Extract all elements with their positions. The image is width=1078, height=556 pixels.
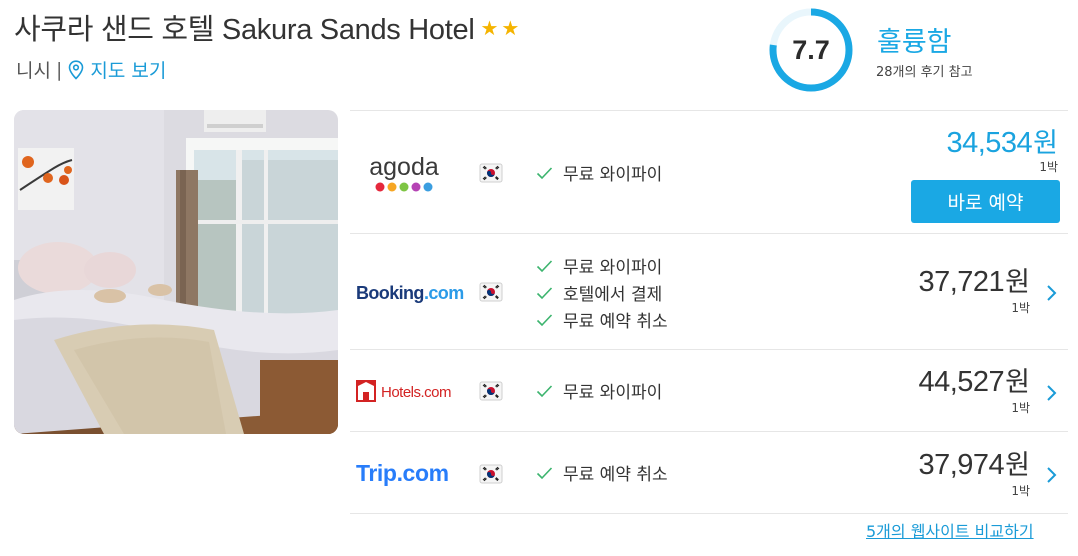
- amenity-item: 무료 예약 취소: [536, 306, 668, 333]
- korea-flag-icon: [479, 381, 503, 401]
- svg-text:.com: .com: [424, 283, 464, 303]
- review-count[interactable]: 28개의 후기 참고: [876, 61, 973, 80]
- amenity-item: 무료 와이파이: [536, 252, 668, 279]
- view-map-label: 지도 보기: [90, 60, 167, 82]
- star-icon: ★: [480, 16, 499, 40]
- price-amount: 44,527: [918, 366, 1005, 398]
- compare-sites-link[interactable]: 5개의 웹사이트 비교하기: [866, 518, 1034, 542]
- hotels-logo: Hotels.com: [356, 380, 466, 408]
- amenity-label: 무료 와이파이: [563, 165, 663, 185]
- price-amount: 37,974: [918, 449, 1005, 481]
- check-icon: [536, 166, 553, 179]
- amenities-list: 무료 와이파이: [536, 377, 662, 404]
- amenities-list: 무료 와이파이 호텔에서 결제 무료 예약 취소: [536, 252, 668, 333]
- price-currency: 원: [1005, 267, 1030, 298]
- price-per-night: 1박: [1039, 160, 1058, 174]
- offer-price[interactable]: 37,974원: [918, 443, 1030, 482]
- check-icon: [536, 286, 553, 299]
- chevron-right-icon[interactable]: [1044, 466, 1058, 484]
- price-amount: 34,534: [946, 127, 1033, 159]
- hotel-title-row: 사쿠라 샌드 호텔 Sakura Sands Hotel ★ ★: [14, 6, 522, 48]
- check-icon: [536, 466, 553, 479]
- korea-flag-icon: [479, 163, 503, 183]
- offer-price[interactable]: 34,534원: [946, 121, 1058, 160]
- offer-price[interactable]: 44,527원: [918, 360, 1030, 399]
- chevron-right-icon[interactable]: [1044, 284, 1058, 302]
- amenity-label: 무료 예약 취소: [563, 465, 668, 485]
- offer-price[interactable]: 37,721원: [918, 260, 1030, 299]
- offer-row-booking[interactable]: Booking .com 무료 와이파이 호텔에서 결제 무료 예약 취소 37…: [350, 233, 1068, 349]
- amenity-item: 호텔에서 결제: [536, 279, 668, 306]
- price-per-night: 1박: [1011, 301, 1030, 315]
- separator: |: [55, 58, 63, 81]
- rating-gauge: 7.7: [768, 7, 854, 93]
- price-currency: 원: [1005, 367, 1030, 398]
- svg-text:agoda: agoda: [369, 153, 439, 181]
- booking-logo: Booking .com: [356, 278, 468, 310]
- agoda-logo: agoda: [356, 151, 456, 203]
- offers-list: agoda 무료 와이파이 34,534원 1박 바로 예약 Booking .…: [350, 110, 1068, 514]
- svg-text:Trip.com: Trip.com: [356, 460, 449, 486]
- amenities-list: 무료 예약 취소: [536, 459, 668, 486]
- amenity-item: 무료 와이파이: [536, 377, 662, 404]
- check-icon: [536, 259, 553, 272]
- amenity-item: 무료 와이파이: [536, 159, 662, 186]
- korea-flag-icon: [479, 282, 503, 302]
- svg-text:Hotels.com: Hotels.com: [381, 384, 451, 401]
- check-icon: [536, 384, 553, 397]
- amenity-item: 무료 예약 취소: [536, 459, 668, 486]
- price-per-night: 1박: [1011, 401, 1030, 415]
- view-map-link[interactable]: 지도 보기: [68, 56, 166, 83]
- price-currency: 원: [1005, 450, 1030, 481]
- offer-row-agoda[interactable]: agoda 무료 와이파이 34,534원 1박 바로 예약: [350, 110, 1068, 233]
- amenities-list: 무료 와이파이: [536, 159, 662, 186]
- svg-text:Booking: Booking: [356, 283, 424, 303]
- price-amount: 37,721: [918, 266, 1005, 298]
- map-pin-icon: [69, 59, 84, 80]
- price-currency: 원: [1033, 128, 1058, 159]
- amenity-label: 무료 예약 취소: [563, 312, 668, 332]
- offer-row-trip[interactable]: Trip.com 무료 예약 취소 37,974원 1박: [350, 431, 1068, 514]
- price-per-night: 1박: [1011, 484, 1030, 498]
- check-icon: [536, 313, 553, 326]
- star-rating: ★ ★: [480, 18, 522, 38]
- korea-flag-icon: [479, 464, 503, 484]
- amenity-label: 무료 와이파이: [563, 383, 663, 403]
- hotel-name: 사쿠라 샌드 호텔 Sakura Sands Hotel: [14, 14, 475, 46]
- book-now-button[interactable]: 바로 예약: [911, 180, 1060, 223]
- hotel-photo[interactable]: [14, 110, 338, 434]
- offer-row-hotels[interactable]: Hotels.com 무료 와이파이 44,527원 1박: [350, 349, 1068, 431]
- amenity-label: 무료 와이파이: [563, 258, 663, 278]
- trip-logo: Trip.com: [356, 458, 468, 492]
- rating-score: 7.7: [792, 34, 830, 65]
- amenity-label: 호텔에서 결제: [563, 285, 663, 305]
- city-name: 니시: [16, 60, 51, 82]
- star-icon: ★: [501, 16, 520, 40]
- location-row: 니시 | 지도 보기: [16, 56, 166, 83]
- rating-label: 훌륭함: [877, 27, 952, 58]
- chevron-right-icon[interactable]: [1044, 384, 1058, 402]
